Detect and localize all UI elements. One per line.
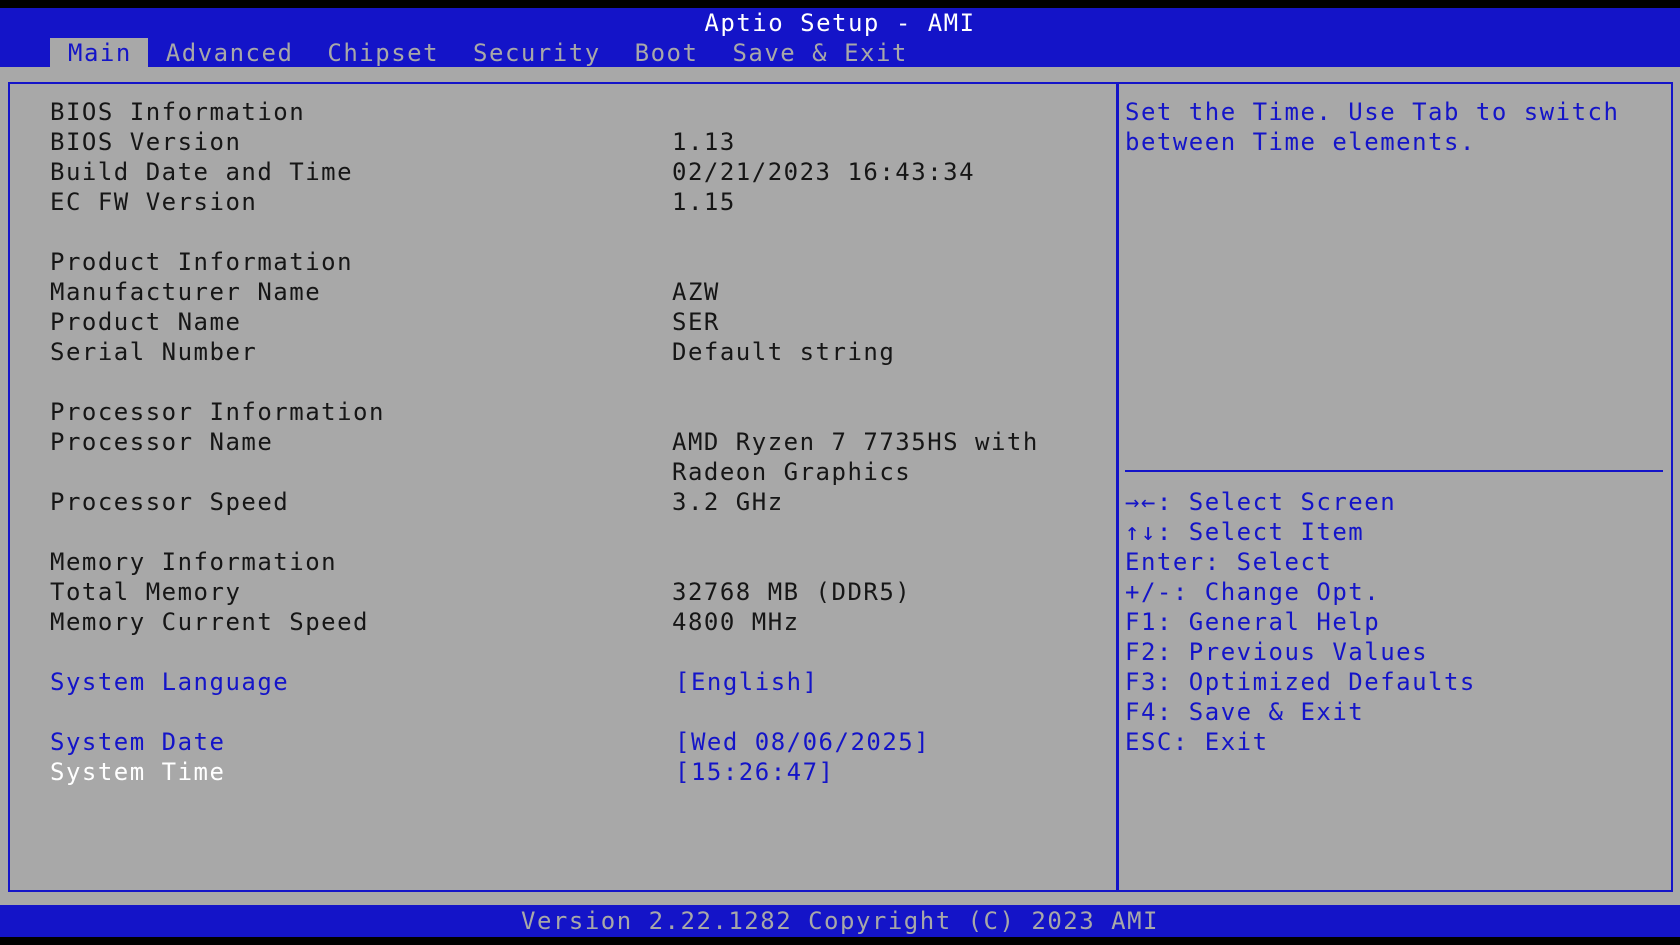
key-hint-f2: F2: Previous Values [1125,638,1429,666]
version-footer: Version 2.22.1282 Copyright (C) 2023 AMI [0,905,1680,937]
serial-number-label: Serial Number [50,338,258,366]
help-divider [1125,470,1663,472]
system-time-value[interactable]: [15:26:47] [675,757,835,787]
key-hint-change-opt: +/-: Change Opt. [1125,578,1381,606]
serial-number-value: Default string [672,338,896,366]
key-hint-f3: F3: Optimized Defaults [1125,668,1476,696]
processor-name-value-cont: Radeon Graphics [672,458,912,486]
tab-bar: Main Advanced Chipset Security Boot Save… [50,38,924,68]
tab-main[interactable]: Main [50,38,148,68]
processor-speed-value: 3.2 GHz [672,488,784,516]
ec-fw-value: 1.15 [672,188,736,216]
total-memory-value: 32768 MB (DDR5) [672,578,912,606]
processor-info-heading: Processor Information [50,398,385,426]
total-memory-label: Total Memory [50,578,242,606]
tab-save-exit[interactable]: Save & Exit [714,38,923,68]
key-hint-select-screen: →←: Select Screen [1125,488,1397,516]
memory-speed-label: Memory Current Speed [50,608,369,636]
help-text: Set the Time. Use Tab to switch between … [1125,98,1636,156]
processor-name-label: Processor Name [50,428,274,456]
ec-fw-label: EC FW Version [50,188,258,216]
product-info-heading: Product Information [50,248,354,276]
key-hint-enter: Enter: Select [1125,548,1333,576]
manufacturer-value: AZW [672,278,720,306]
build-date-value: 02/21/2023 16:43:34 [672,158,976,186]
system-language-value[interactable]: [English] [675,667,819,697]
product-name-value: SER [672,308,720,336]
key-hint-select-item: ↑↓: Select Item [1125,518,1365,546]
tab-boot[interactable]: Boot [617,38,715,68]
system-date-value[interactable]: [Wed 08/06/2025] [675,727,930,757]
build-date-label: Build Date and Time [50,158,354,186]
processor-speed-label: Processor Speed [50,488,290,516]
system-language-option[interactable]: System Language [50,667,289,697]
key-hint-esc: ESC: Exit [1125,728,1269,756]
bios-version-label: BIOS Version [50,128,242,156]
system-date-option[interactable]: System Date [50,727,225,757]
processor-name-value: AMD Ryzen 7 7735HS with [672,428,1039,456]
product-name-label: Product Name [50,308,242,336]
tab-advanced[interactable]: Advanced [148,38,310,68]
setup-title: Aptio Setup - AMI [704,9,976,37]
system-time-option[interactable]: System Time [50,757,225,787]
key-hint-f1: F1: General Help [1125,608,1381,636]
key-hint-f4: F4: Save & Exit [1125,698,1365,726]
memory-info-heading: Memory Information [50,548,338,576]
bios-version-value: 1.13 [672,128,736,156]
tab-chipset[interactable]: Chipset [309,38,455,68]
tab-security[interactable]: Security [455,38,617,68]
bios-info-heading: BIOS Information [50,98,306,126]
memory-speed-value: 4800 MHz [672,608,800,636]
manufacturer-label: Manufacturer Name [50,278,322,306]
